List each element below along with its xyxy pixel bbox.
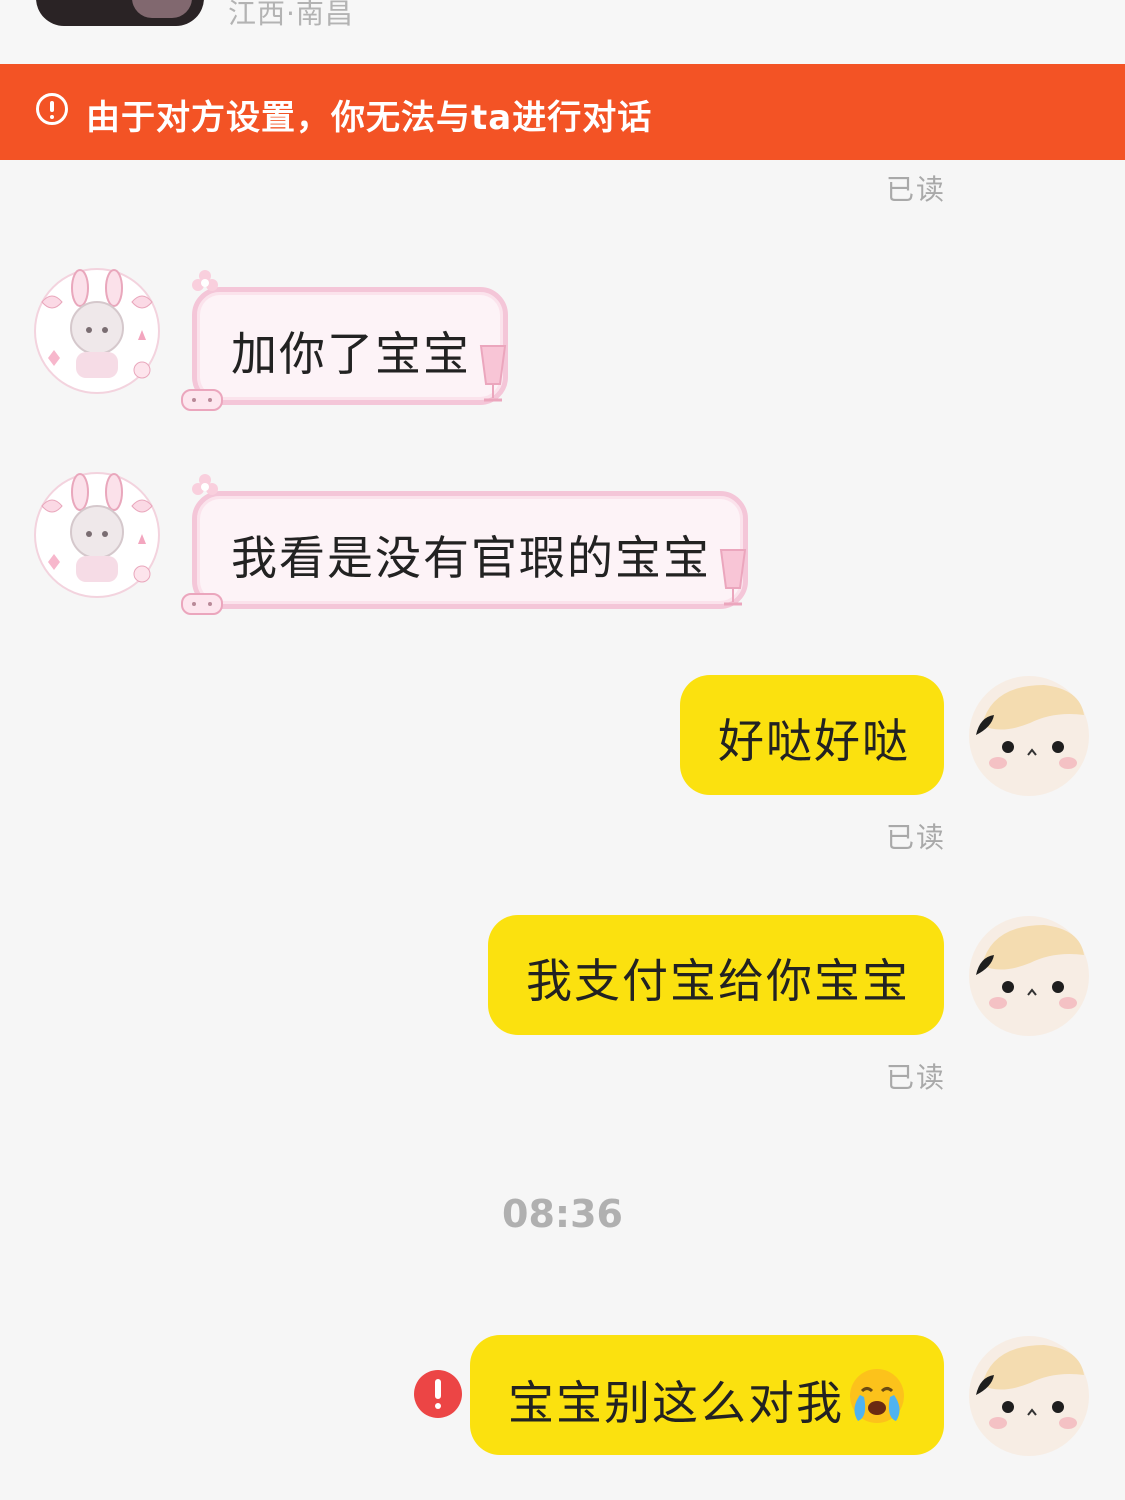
message-text: 宝宝别这么对我 <box>508 1365 908 1433</box>
exclamation-circle-icon <box>36 93 68 125</box>
flower-icon <box>192 270 218 291</box>
incoming-message-bubble[interactable]: 加你了宝宝 <box>192 287 508 405</box>
contact-location: 江西·南昌 <box>228 0 354 30</box>
cat-face-icon <box>181 389 223 411</box>
message-text: 好哒好哒 <box>718 714 910 768</box>
incoming-message-bubble[interactable]: 我看是没有官瑕的宝宝 <box>192 491 748 609</box>
restriction-banner-text: 由于对方设置，你无法与ta进行对话 <box>86 98 653 138</box>
send-failed-icon[interactable] <box>414 1370 462 1418</box>
crying-face-icon <box>850 1369 904 1423</box>
user-avatar-icon[interactable] <box>968 915 1090 1037</box>
cat-face-icon <box>181 593 223 615</box>
drink-cup-icon <box>479 345 507 402</box>
message-text: 加你了宝宝 <box>231 327 471 381</box>
message-timestamp: 08:36 <box>502 1192 623 1236</box>
message-text: 我看是没有官瑕的宝宝 <box>231 531 711 585</box>
message-text: 我支付宝给你宝宝 <box>526 954 910 1008</box>
contact-avatar-icon[interactable] <box>32 470 162 600</box>
user-avatar-icon[interactable] <box>968 1335 1090 1457</box>
outgoing-message-bubble[interactable]: 宝宝别这么对我 <box>470 1335 944 1455</box>
read-receipt: 已读 <box>886 173 947 206</box>
restriction-banner: 由于对方设置，你无法与ta进行对话 <box>0 64 1125 160</box>
read-receipt: 已读 <box>886 821 947 854</box>
user-avatar-icon[interactable] <box>968 675 1090 797</box>
message-text-content: 宝宝别这么对我 <box>508 1376 844 1430</box>
outgoing-message-bubble[interactable]: 好哒好哒 <box>680 675 944 795</box>
contact-avatar[interactable] <box>36 0 204 26</box>
drink-cup-icon <box>719 549 747 606</box>
contact-avatar-icon[interactable] <box>32 266 162 396</box>
outgoing-message-bubble[interactable]: 我支付宝给你宝宝 <box>488 915 944 1035</box>
chat-screen: 江西·南昌 由于对方设置，你无法与ta进行对话 已读 加你了宝宝 我看是没有官瑕… <box>0 0 1125 1500</box>
read-receipt: 已读 <box>886 1061 947 1094</box>
flower-icon <box>192 474 218 495</box>
chat-header: 江西·南昌 <box>0 0 1125 64</box>
